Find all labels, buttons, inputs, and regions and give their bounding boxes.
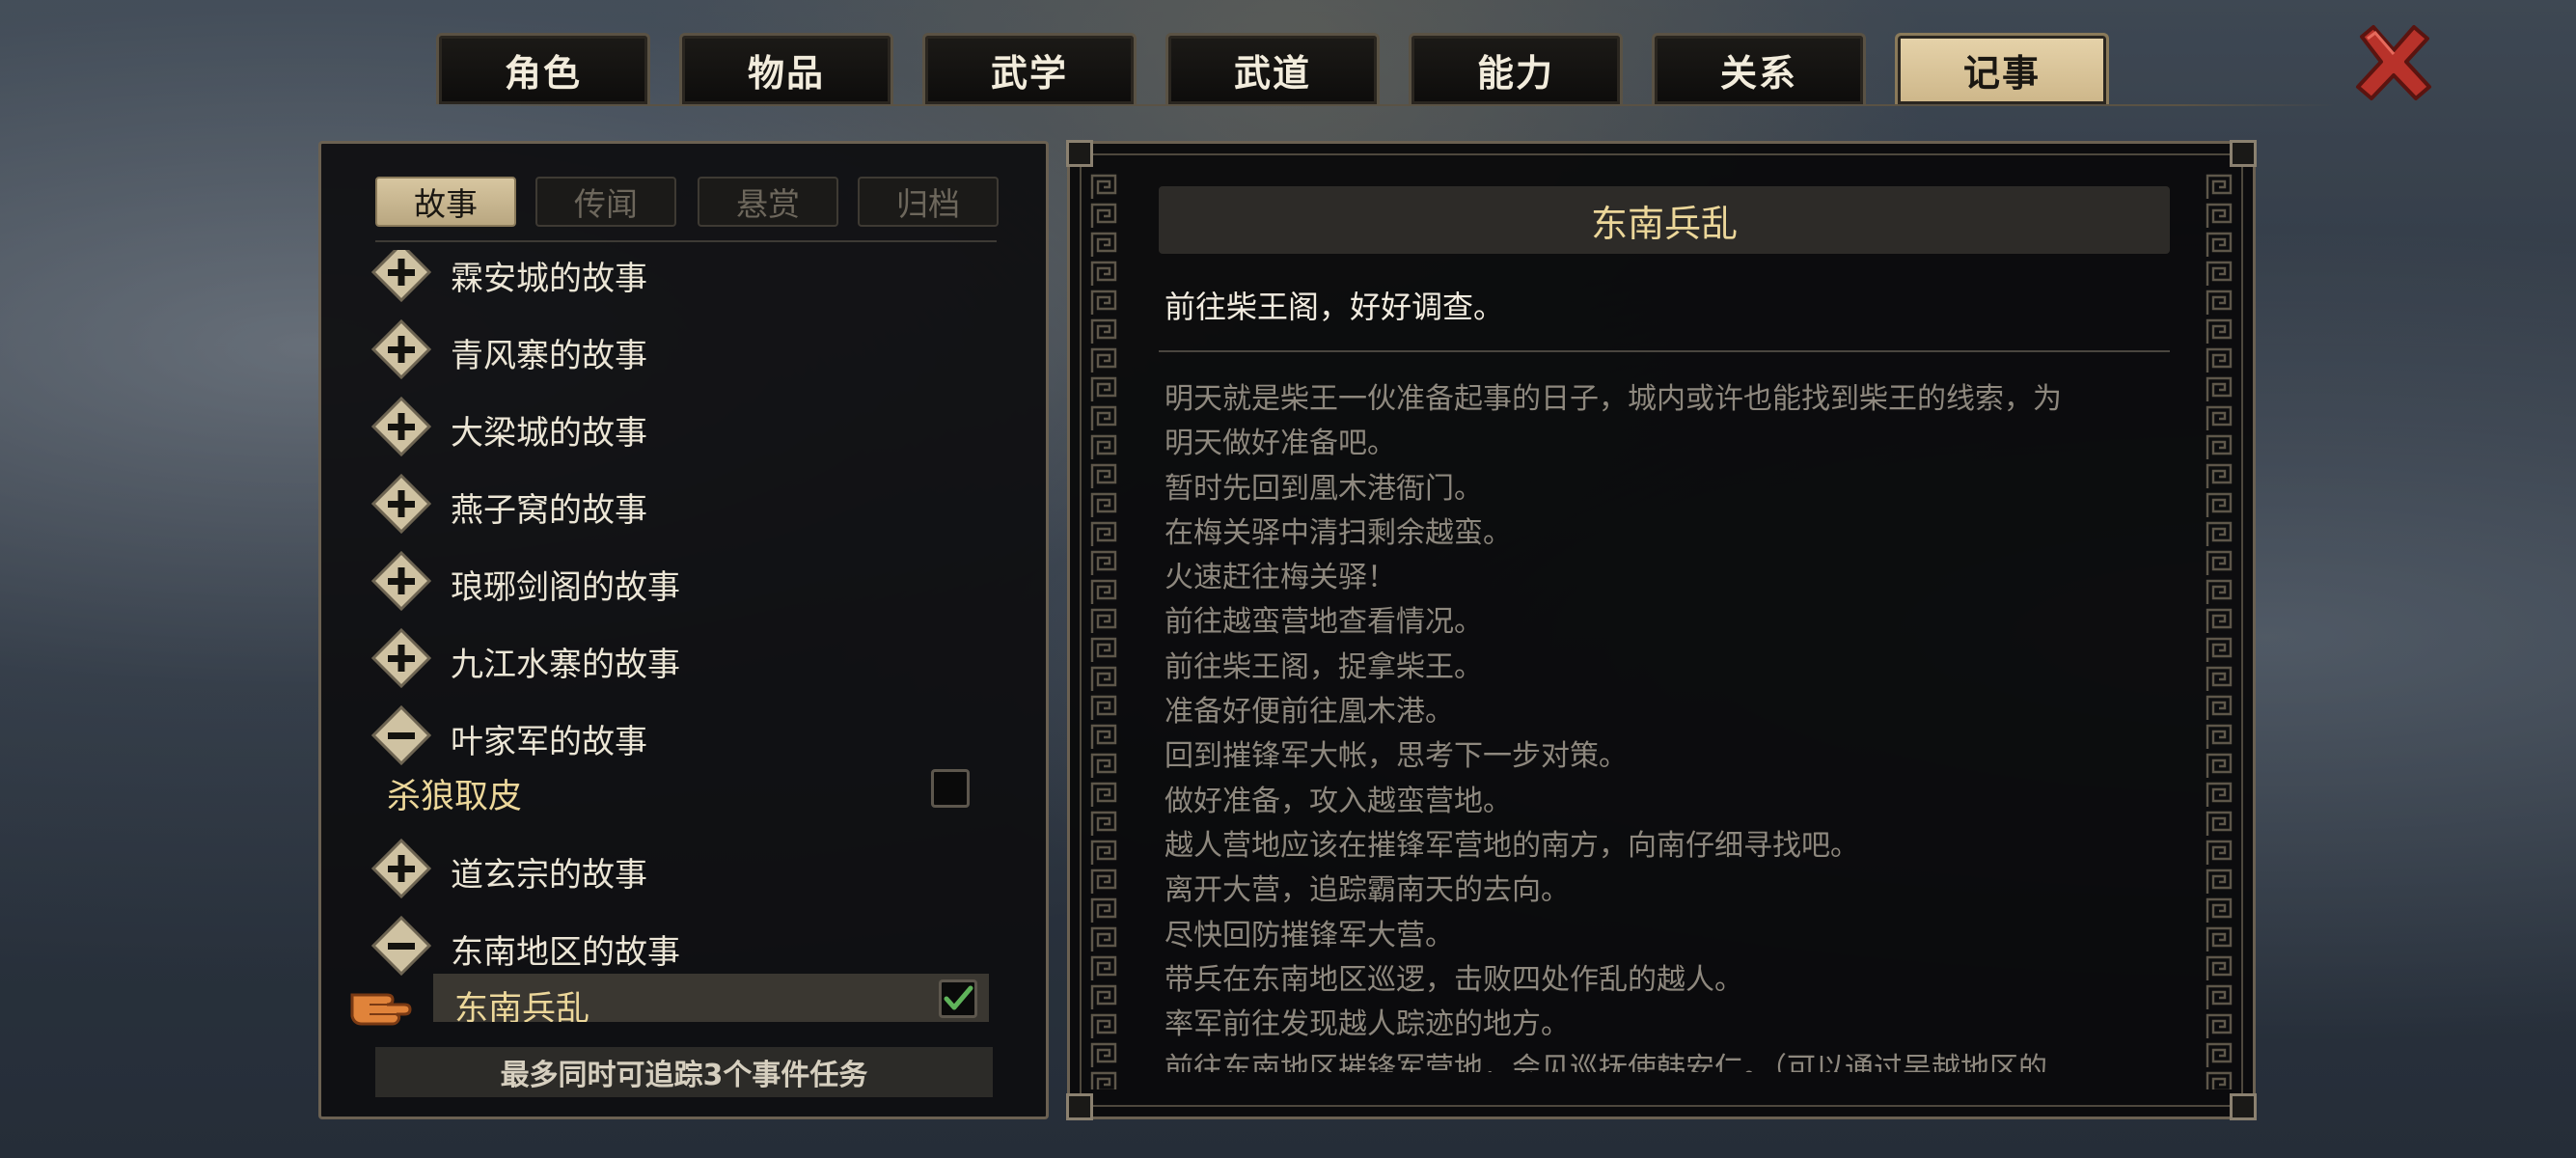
- story-list-panel: 故事 传闻 悬赏 归档 霖安城的故事 青风寨的故事 大梁城的故事 燕子窝的故事 …: [318, 141, 1049, 1119]
- quest-row-selected[interactable]: 东南兵乱: [433, 974, 989, 1022]
- frame-corner: [1066, 140, 1093, 167]
- check-icon: [944, 985, 973, 1010]
- main-tab-bar: 角色 物品 武学 武道 能力 关系 记事: [436, 33, 2115, 106]
- quest-row[interactable]: 杀狼取皮: [366, 761, 989, 816]
- frame-corner: [2230, 140, 2257, 167]
- track-checkbox-checked[interactable]: [939, 979, 977, 1018]
- story-row[interactable]: 九江水寨的故事: [371, 628, 989, 688]
- quest-label: 东南兵乱: [454, 990, 590, 1022]
- story-label: 东南地区的故事: [451, 933, 680, 972]
- objective-divider: [1159, 350, 2170, 352]
- story-row[interactable]: 大梁城的故事: [371, 397, 989, 456]
- history-line: 率军前往发现越人踪迹的地方。: [1165, 1007, 1570, 1042]
- expand-plus-icon[interactable]: [371, 319, 431, 379]
- history-line: 前往东南地区摧锋军营地，会见巡抚使韩安仁。（可以通过吴越地区的: [1165, 1052, 2047, 1072]
- history-line: 在梅关驿中清扫剩余越蛮。: [1165, 515, 1512, 550]
- frame-corner: [2230, 1093, 2257, 1120]
- story-label: 霖安城的故事: [451, 260, 647, 298]
- tab-martial-arts[interactable]: 武学: [922, 33, 1137, 104]
- story-row[interactable]: 青风寨的故事: [371, 319, 989, 379]
- history-line: 带兵在东南地区巡逻，击败四处作乱的越人。: [1165, 962, 1743, 997]
- story-row[interactable]: 东南地区的故事: [371, 916, 989, 976]
- story-row[interactable]: 琅琊剑阁的故事: [371, 551, 989, 611]
- expand-plus-icon[interactable]: [371, 628, 431, 688]
- story-label: 叶家军的故事: [451, 723, 647, 761]
- history-line: 火速赶往梅关驿！: [1165, 561, 1396, 595]
- story-row[interactable]: 道玄宗的故事: [371, 839, 989, 898]
- expand-plus-icon[interactable]: [371, 551, 431, 611]
- tracking-limit-note: 最多同时可追踪3个事件任务: [375, 1047, 993, 1097]
- quest-history-log[interactable]: 明天就是柴王一伙准备起事的日子，城内或许也能找到柴王的线索，为 明天做好准备吧。…: [1165, 377, 2178, 1072]
- tab-character[interactable]: 角色: [436, 33, 650, 104]
- meander-border-left: [1089, 173, 1118, 1089]
- subtab-stories[interactable]: 故事: [375, 177, 516, 227]
- history-line: 明天做好准备吧。: [1165, 427, 1396, 461]
- history-line: 前往越蛮营地查看情况。: [1165, 605, 1483, 640]
- quest-title: 东南兵乱: [1159, 186, 2170, 254]
- story-label: 道玄宗的故事: [451, 856, 647, 895]
- history-line: 前往柴王阁，捉拿柴王。: [1165, 649, 1483, 684]
- expand-plus-icon[interactable]: [371, 839, 431, 898]
- tab-items[interactable]: 物品: [679, 33, 893, 104]
- close-button[interactable]: [2352, 21, 2435, 104]
- story-list: 霖安城的故事 青风寨的故事 大梁城的故事 燕子窝的故事 琅琊剑阁的故事 九江水寨…: [321, 250, 1052, 1022]
- meander-border-right: [2205, 173, 2233, 1089]
- story-label: 大梁城的故事: [451, 414, 647, 453]
- quest-label: 杀狼取皮: [387, 778, 523, 816]
- frame-corner: [1066, 1093, 1093, 1120]
- journal-subtabs: 故事 传闻 悬赏 归档: [375, 177, 999, 229]
- story-label: 琅琊剑阁的故事: [451, 568, 680, 607]
- tab-martial-way[interactable]: 武道: [1165, 33, 1380, 104]
- subtab-divider: [375, 240, 997, 242]
- subtab-rumors[interactable]: 传闻: [535, 177, 676, 227]
- subtab-bounties[interactable]: 悬赏: [698, 177, 838, 227]
- history-line: 离开大营，追踪霸南天的去向。: [1165, 873, 1570, 908]
- tab-abilities[interactable]: 能力: [1409, 33, 1623, 104]
- pointing-hand-icon: [350, 993, 412, 1026]
- history-line: 越人营地应该在摧锋军营地的南方，向南仔细寻找吧。: [1165, 828, 1859, 863]
- story-label: 燕子窝的故事: [451, 491, 647, 530]
- expand-plus-icon[interactable]: [371, 250, 431, 302]
- quest-detail-panel: 东南兵乱 前往柴王阁，好好调查。 明天就是柴王一伙准备起事的日子，城内或许也能找…: [1066, 140, 2257, 1120]
- expand-plus-icon[interactable]: [371, 474, 431, 534]
- story-row[interactable]: 霖安城的故事: [371, 250, 989, 302]
- collapse-minus-icon[interactable]: [371, 705, 431, 765]
- current-objective: 前往柴王阁，好好调查。: [1165, 289, 1505, 325]
- tab-journal[interactable]: 记事: [1895, 33, 2109, 104]
- close-icon: [2356, 25, 2431, 100]
- history-line: 尽快回防摧锋军大营。: [1165, 918, 1454, 952]
- collapse-minus-icon[interactable]: [371, 916, 431, 976]
- story-label: 青风寨的故事: [451, 337, 647, 375]
- expand-plus-icon[interactable]: [371, 397, 431, 456]
- story-row[interactable]: 燕子窝的故事: [371, 474, 989, 534]
- history-line: 暂时先回到凰木港衙门。: [1165, 471, 1483, 506]
- tab-relations[interactable]: 关系: [1652, 33, 1866, 104]
- story-label: 九江水寨的故事: [451, 646, 680, 684]
- history-line: 做好准备，攻入越蛮营地。: [1165, 784, 1512, 818]
- history-line: 回到摧锋军大帐，思考下一步对策。: [1165, 739, 1628, 774]
- history-line: 明天就是柴王一伙准备起事的日子，城内或许也能找到柴王的线索，为: [1165, 382, 2062, 416]
- story-row[interactable]: 叶家军的故事: [371, 705, 989, 765]
- history-line: 准备好便前往凰木港。: [1165, 695, 1454, 730]
- subtab-archive[interactable]: 归档: [858, 177, 999, 227]
- track-checkbox[interactable]: [931, 769, 970, 808]
